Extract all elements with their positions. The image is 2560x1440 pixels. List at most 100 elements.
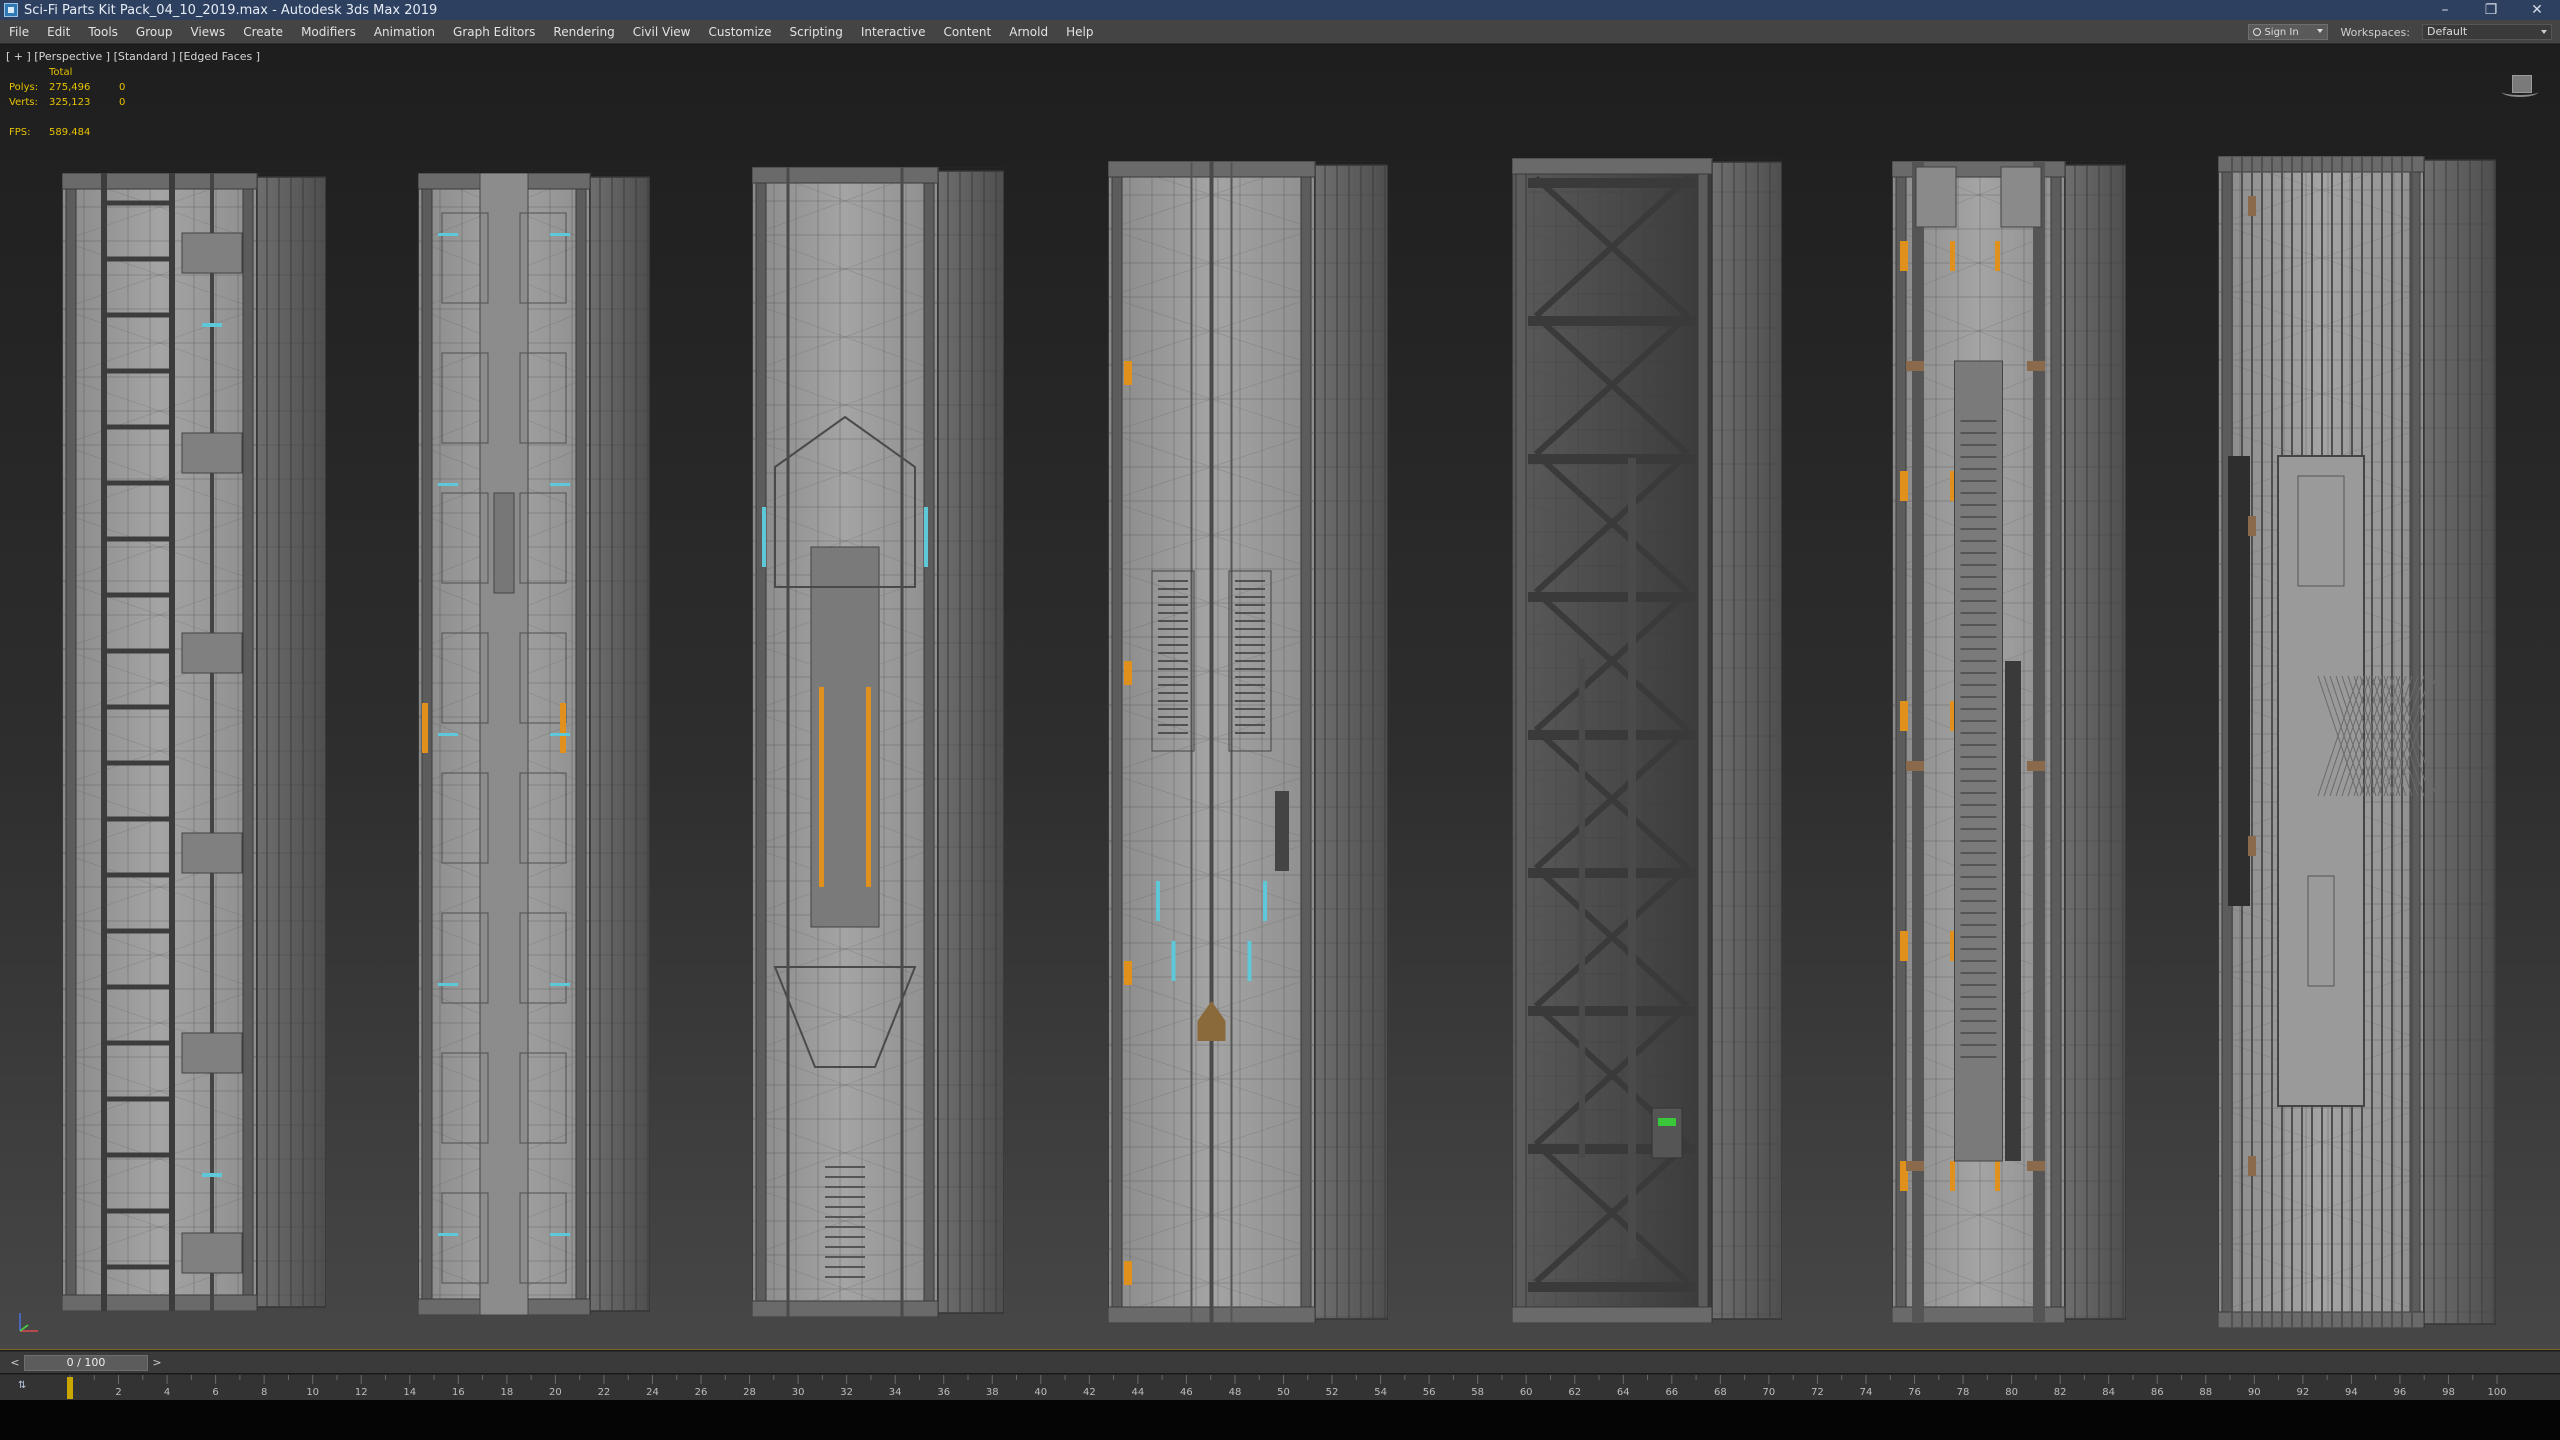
perspective-viewport[interactable]: [ + ] [Perspective ] [Standard ] [Edged … — [0, 45, 2560, 1350]
sign-in-label: Sign In — [2264, 26, 2299, 38]
track-tick-label: 56 — [1422, 1387, 1436, 1398]
menu-customize[interactable]: Customize — [699, 20, 780, 44]
chevron-down-icon — [2541, 30, 2547, 34]
track-tick-label: 20 — [549, 1387, 562, 1398]
menu-file[interactable]: File — [0, 20, 38, 44]
scifi-pillar-1[interactable] — [62, 173, 326, 1311]
stats-verts-selected: 0 — [119, 97, 126, 108]
menu-interactive[interactable]: Interactive — [852, 20, 935, 44]
track-tick-label: 10 — [306, 1387, 320, 1398]
track-tick-label: 66 — [1665, 1387, 1679, 1398]
track-tick-label: 36 — [937, 1387, 951, 1398]
track-tick-label: 54 — [1374, 1387, 1387, 1398]
track-tick-label: 30 — [791, 1387, 805, 1398]
track-tick-label: 50 — [1277, 1387, 1290, 1398]
menu-scripting[interactable]: Scripting — [780, 20, 851, 44]
time-slider-thumb[interactable]: 0 / 100 — [24, 1355, 148, 1371]
track-tick-label: 76 — [1908, 1387, 1921, 1398]
status-bar — [0, 1400, 2560, 1440]
track-tick-label: 4 — [163, 1387, 171, 1398]
track-tick-label: 32 — [840, 1387, 853, 1398]
menu-bar: File Edit Tools Group Views Create Modifiers An… — [0, 20, 2560, 44]
viewcube[interactable] — [2502, 71, 2538, 107]
open-mini-curve-editor-button[interactable]: ⇅ — [18, 1380, 36, 1396]
title-bar: Sci-Fi Parts Kit Pack_04_10_2019.max - A… — [0, 0, 2560, 20]
track-tick-label: 96 — [2393, 1387, 2407, 1398]
scifi-pillar-7[interactable] — [2218, 156, 2496, 1328]
track-tick-label: 26 — [694, 1387, 708, 1398]
sign-in-dropdown[interactable]: Sign In — [2248, 24, 2329, 40]
pillar-4-mesh — [1108, 161, 1388, 1323]
track-tick-label: 22 — [597, 1387, 611, 1398]
menu-graph-editors[interactable]: Graph Editors — [444, 20, 544, 44]
menu-group[interactable]: Group — [127, 20, 182, 44]
pillar-2-mesh — [418, 173, 650, 1315]
track-tick-label: 12 — [354, 1387, 368, 1398]
time-slider[interactable]: < 0 / 100 > — [0, 1351, 2560, 1373]
track-tick-label: 34 — [888, 1387, 902, 1398]
fps-value: 589.484 — [49, 127, 91, 138]
menu-edit[interactable]: Edit — [38, 20, 79, 44]
pillar-1-mesh — [62, 173, 326, 1311]
workspace-select[interactable]: Default — [2422, 24, 2552, 40]
menu-animation[interactable]: Animation — [365, 20, 444, 44]
track-bar-labels: 0246810121416182022242628303234363840424… — [0, 1375, 2560, 1401]
track-tick-label: 58 — [1471, 1387, 1485, 1398]
menu-views[interactable]: Views — [181, 20, 234, 44]
track-tick-label: 72 — [1811, 1387, 1824, 1398]
track-tick-label: 64 — [1616, 1387, 1630, 1398]
window-controls: – ❐ ✕ — [2422, 0, 2560, 20]
track-tick-label: 28 — [743, 1387, 756, 1398]
track-bar[interactable]: 0246810121416182022242628303234363840424… — [0, 1374, 2560, 1400]
workspaces-label: Workspaces: — [2340, 25, 2410, 39]
track-tick-label: 8 — [260, 1387, 268, 1398]
menu-modifiers[interactable]: Modifiers — [292, 20, 365, 44]
menu-civil-view[interactable]: Civil View — [624, 20, 700, 44]
menu-create[interactable]: Create — [234, 20, 292, 44]
track-tick-label: 78 — [1956, 1387, 1970, 1398]
track-tick-label: 46 — [1180, 1387, 1193, 1398]
track-tick-label: 68 — [1713, 1387, 1727, 1398]
track-tick-label: 98 — [2442, 1387, 2455, 1398]
chevron-down-icon — [2317, 29, 2324, 33]
track-tick-label: 6 — [212, 1387, 219, 1398]
viewcube-ring[interactable] — [2502, 87, 2538, 97]
time-slider-prev-button[interactable]: < — [8, 1355, 22, 1371]
pillar-3-mesh — [752, 167, 1004, 1317]
track-tick-label: 40 — [1034, 1387, 1048, 1398]
stats-verts-value: 325,123 — [49, 97, 91, 108]
track-tick-label: 86 — [2150, 1387, 2164, 1398]
scifi-pillar-6[interactable] — [1892, 161, 2126, 1323]
user-icon — [2253, 28, 2262, 36]
pillar-7-mesh — [2218, 156, 2496, 1328]
minimize-button[interactable]: – — [2422, 0, 2468, 20]
scifi-pillar-5[interactable] — [1512, 158, 1782, 1323]
restore-button[interactable]: ❐ — [2468, 0, 2514, 20]
fps-label: FPS: — [9, 127, 31, 138]
workspace-value: Default — [2427, 25, 2468, 38]
3dsmax-app-icon[interactable] — [4, 3, 18, 17]
menu-content[interactable]: Content — [935, 20, 1001, 44]
track-tick-label: 38 — [985, 1387, 999, 1398]
track-tick-label: 52 — [1325, 1387, 1339, 1398]
close-button[interactable]: ✕ — [2514, 0, 2560, 20]
statistics-overlay: Total Polys: 275,496 0 Verts: 325,123 0 FPS:… — [9, 65, 149, 140]
current-frame-marker[interactable] — [67, 1377, 73, 1399]
track-tick-label: 94 — [2345, 1387, 2358, 1398]
menu-rendering[interactable]: Rendering — [544, 20, 623, 44]
time-slider-next-button[interactable]: > — [150, 1355, 164, 1371]
scifi-pillar-4[interactable] — [1108, 161, 1388, 1323]
track-tick-label: 74 — [1859, 1387, 1873, 1398]
scifi-pillar-3[interactable] — [752, 167, 1004, 1317]
menu-help[interactable]: Help — [1057, 20, 1102, 44]
track-tick-label: 16 — [451, 1387, 465, 1398]
track-tick-label: 14 — [403, 1387, 417, 1398]
viewport-label-menu[interactable]: [ + ] [Perspective ] [Standard ] [Edged … — [6, 50, 260, 63]
stats-polys-label: Polys: — [9, 82, 39, 93]
pillar-6-mesh — [1892, 161, 2126, 1323]
menu-arnold[interactable]: Arnold — [1000, 20, 1057, 44]
track-tick-label: 82 — [2053, 1387, 2067, 1398]
track-tick-label: 88 — [2199, 1387, 2213, 1398]
scifi-pillar-2[interactable] — [418, 173, 650, 1315]
menu-tools[interactable]: Tools — [79, 20, 127, 44]
